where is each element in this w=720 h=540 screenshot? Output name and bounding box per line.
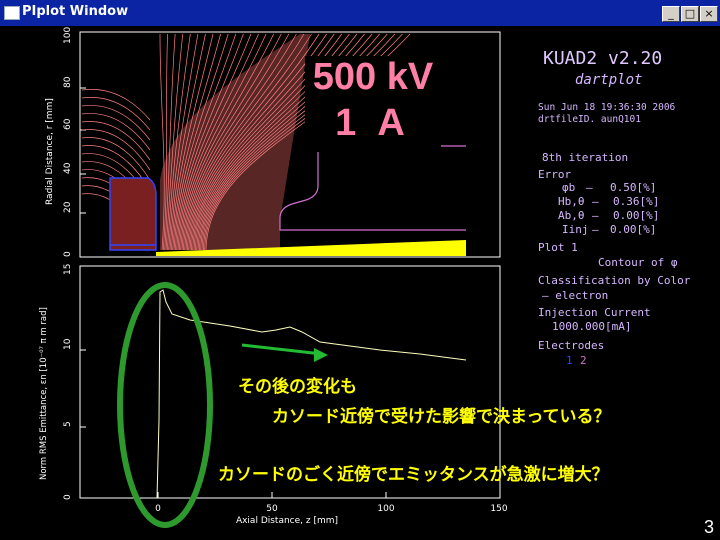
error-sym: Iinj [562, 223, 589, 236]
top-ytick: 20 [63, 201, 73, 213]
contour-line [81, 129, 151, 171]
bottom-ytick: 5 [63, 421, 73, 427]
top-ytick: 60 [63, 118, 73, 130]
page-number: 3 [703, 517, 714, 537]
electrode-1: 1 [566, 354, 573, 367]
run-file: drtfileID. aunQ101 [538, 114, 641, 125]
bottom-xtick: 150 [490, 504, 507, 514]
cathode-highlight-ellipse [117, 282, 213, 528]
contour-line [81, 121, 151, 161]
bottom-xtick: 100 [377, 504, 394, 514]
error-dash: – [592, 195, 599, 208]
beam-parameters-box: 500 kV 1 A [305, 56, 441, 152]
annotation-line2: カソード近傍で受けた影響で決まっている？ [272, 407, 611, 427]
bottom-ylabel: Norm RMS Emittance, εn [10⁻⁰⁷ π m rad] [39, 307, 49, 480]
contour-line [81, 89, 151, 121]
injection-value: 1000.000[mA] [552, 320, 632, 333]
top-ytick: 0 [63, 251, 73, 257]
program-name: KUAD2 v2.20 [543, 48, 663, 69]
classification-item: — electron [542, 289, 609, 302]
classification-label: Classification by Color [538, 274, 691, 287]
electrodes-label: Electrodes [538, 339, 605, 352]
error-sym: Ab,θ [558, 209, 585, 222]
error-sym: φb [562, 181, 576, 194]
bottom-ytick: 0 [63, 494, 73, 500]
top-ylabel: Radial Distance, r [mm] [45, 98, 55, 205]
error-value: 0.00[%] [613, 209, 660, 222]
injection-label: Injection Current [538, 306, 651, 319]
run-date: Sun Jun 18 19:36:30 2006 [538, 102, 676, 113]
bottom-ytick: 10 [63, 338, 73, 350]
bottom-xtick: 0 [155, 504, 161, 514]
top-ytick: 40 [63, 162, 73, 174]
error-dash: – [592, 223, 599, 236]
plot-type: Contour of φ [598, 256, 678, 269]
electrode-2: 2 [580, 354, 587, 367]
contour-line [81, 105, 151, 141]
bottom-xlabel: Axial Distance, z [mm] [236, 516, 338, 526]
iteration-label: 8th iteration [542, 151, 629, 164]
program-subtitle: dartplot [575, 72, 643, 88]
top-ytick: 100 [63, 27, 73, 44]
contour-line [81, 137, 151, 181]
error-sym: Hb,θ [558, 195, 585, 208]
bottom-xtick: 50 [266, 504, 278, 514]
current-label: 1 A [335, 102, 411, 144]
anode-electrode [279, 145, 466, 231]
plot-number: Plot 1 [538, 241, 578, 254]
top-ytick: 80 [63, 76, 73, 88]
error-value: 0.36[%] [613, 195, 660, 208]
cathode-electrode [109, 177, 157, 251]
error-value: 0.00[%] [610, 223, 657, 236]
bottom-ytick: 15 [63, 264, 73, 275]
error-value: 0.50[%] [610, 181, 657, 194]
annotation-line1: その後の変化も [238, 377, 357, 397]
error-dash: – [586, 181, 593, 194]
voltage-label: 500 kV [312, 56, 434, 98]
arrow-icon [241, 343, 328, 362]
error-dash: – [592, 209, 599, 222]
error-label: Error [538, 168, 572, 181]
annotation-line3: カソードのごく近傍でエミッタンスが急激に増大？ [218, 465, 609, 485]
